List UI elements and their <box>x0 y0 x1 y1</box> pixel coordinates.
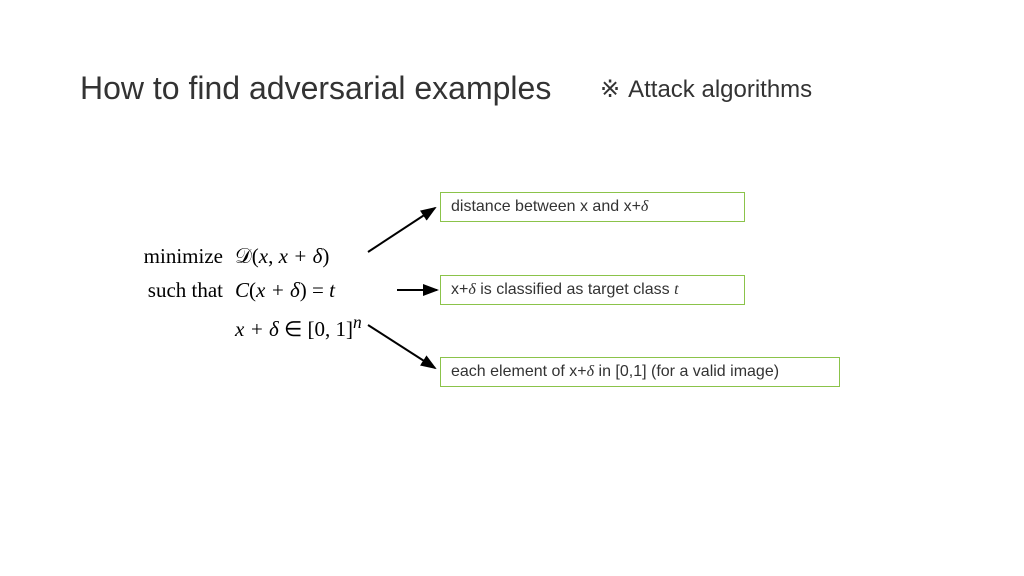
math-line-1: minimize 𝒟(x, x + δ) <box>135 240 362 274</box>
asterisk-icon: ※ <box>600 75 620 104</box>
range-constraint: x + δ ∈ [0, 1]n <box>235 308 362 347</box>
optimization-problem: minimize 𝒟(x, x + δ) such that C(x + δ) … <box>135 240 362 342</box>
math-line-3: x + δ ∈ [0, 1]n <box>135 308 362 342</box>
annotation-classifier: x+δ is classified as target class t <box>440 275 745 305</box>
such-that-label: such that <box>135 274 235 308</box>
distance-expression: 𝒟(x, x + δ) <box>235 240 329 274</box>
slide-title: How to find adversarial examples <box>80 70 551 107</box>
annotation-distance: distance between x and x+δ <box>440 192 745 222</box>
minimize-label: minimize <box>135 240 235 274</box>
slide-subtitle: ※ Attack algorithms <box>600 75 812 104</box>
annotation-range: each element of x+δ in [0,1] (for a vali… <box>440 357 840 387</box>
math-line-2: such that C(x + δ) = t <box>135 274 362 308</box>
arrow-2 <box>395 280 445 300</box>
classifier-constraint: C(x + δ) = t <box>235 274 335 308</box>
subtitle-text: Attack algorithms <box>628 76 812 103</box>
arrow-1 <box>360 200 450 260</box>
arrow-3 <box>360 320 450 375</box>
